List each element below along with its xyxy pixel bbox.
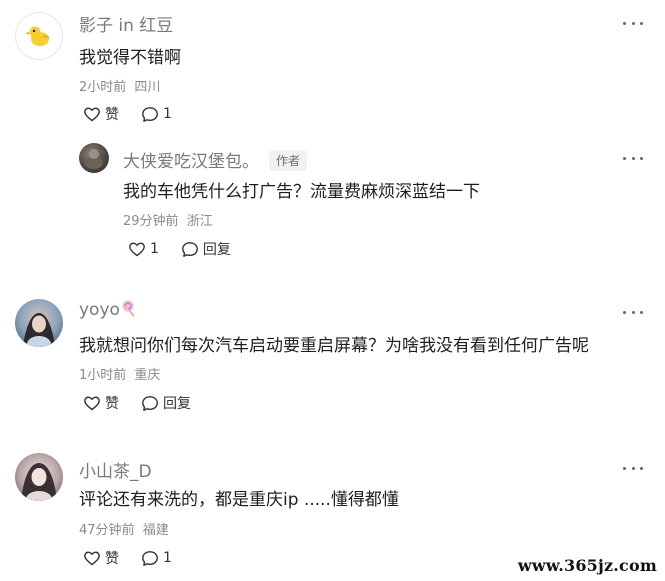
comment-location: 四川 bbox=[134, 80, 161, 95]
reply-label: 回复 bbox=[202, 242, 231, 258]
watermark: www.365jz.com bbox=[517, 556, 657, 575]
comment-meta: 29分钟前 浙江 bbox=[123, 210, 213, 229]
comment-actions: 赞 1 bbox=[83, 104, 194, 124]
like-button[interactable]: 赞 bbox=[83, 548, 119, 568]
comment-location: 浙江 bbox=[186, 214, 213, 229]
comment-time: 29分钟前 bbox=[123, 214, 179, 229]
comment-text: 我的车他凭什么打广告？流量费麻烦深蓝结一下 bbox=[123, 182, 480, 202]
photo-avatar-icon bbox=[23, 313, 55, 347]
reply-count: 1 bbox=[163, 550, 172, 566]
comment-text: 我觉得不错啊 bbox=[79, 48, 181, 68]
photo-avatar-icon bbox=[21, 463, 57, 501]
author-name[interactable]: 大侠爱吃汉堡包。 作者 bbox=[123, 147, 308, 173]
more-options-icon[interactable] bbox=[623, 152, 643, 164]
more-options-icon[interactable] bbox=[623, 306, 643, 318]
like-label: 赞 bbox=[105, 551, 119, 567]
comment-meta: 2小时前 四川 bbox=[79, 76, 160, 95]
comment-bubble-icon bbox=[142, 106, 158, 122]
like-button[interactable]: 1 bbox=[128, 241, 159, 257]
heart-icon bbox=[84, 551, 100, 566]
comment-time: 2小时前 bbox=[79, 80, 127, 95]
comment-text: 评论还有来洗的，都是重庆ip .....懂得都懂 bbox=[79, 490, 399, 510]
comment-actions: 赞 1 bbox=[83, 548, 194, 568]
reply-button[interactable]: 回复 bbox=[141, 393, 191, 413]
reply-button[interactable]: 1 bbox=[141, 550, 172, 567]
comment-actions: 1 回复 bbox=[128, 239, 253, 259]
comment-bubble-icon bbox=[142, 550, 158, 566]
avatar[interactable] bbox=[79, 143, 109, 173]
comment-location: 福建 bbox=[142, 523, 169, 538]
like-button[interactable]: 赞 bbox=[83, 393, 119, 413]
reply-label: 回复 bbox=[163, 396, 191, 412]
more-options-icon[interactable] bbox=[623, 462, 643, 474]
like-label: 赞 bbox=[105, 396, 119, 412]
heart-icon bbox=[84, 396, 100, 411]
avatar[interactable] bbox=[15, 453, 63, 501]
comment-meta: 1小时前 重庆 bbox=[79, 364, 160, 383]
heart-icon bbox=[84, 107, 100, 122]
reply-count: 1 bbox=[163, 106, 172, 122]
reply-button[interactable]: 回复 bbox=[181, 239, 231, 259]
comment-actions: 赞 回复 bbox=[83, 393, 213, 413]
comment-bubble-icon bbox=[142, 395, 158, 411]
lollipop-emoji-icon bbox=[122, 300, 135, 317]
like-count: 1 bbox=[150, 241, 159, 257]
like-label: 赞 bbox=[105, 107, 119, 123]
comment-meta: 47分钟前 福建 bbox=[79, 519, 169, 538]
avatar[interactable] bbox=[15, 299, 63, 347]
more-options-icon[interactable] bbox=[623, 17, 643, 29]
comment-time: 1小时前 bbox=[79, 368, 127, 383]
author-name[interactable]: 影子 in 红豆 bbox=[79, 11, 173, 36]
heart-icon bbox=[129, 242, 145, 257]
like-button[interactable]: 赞 bbox=[83, 104, 119, 124]
author-name[interactable]: 小山茶_D bbox=[79, 457, 152, 482]
comment-text: 我就想问你们每次汽车启动要重启屏幕？为啥我没有看到任何广告呢 bbox=[79, 336, 589, 356]
duck-icon bbox=[25, 26, 50, 46]
comment-bubble-icon bbox=[182, 241, 198, 257]
author-name[interactable]: yoyo bbox=[79, 300, 138, 320]
comment-time: 47分钟前 bbox=[79, 523, 135, 538]
reply-button[interactable]: 1 bbox=[141, 106, 172, 123]
photo-avatar-icon bbox=[85, 149, 103, 169]
comment-location: 重庆 bbox=[134, 368, 161, 383]
author-tag: 作者 bbox=[269, 149, 308, 171]
avatar[interactable] bbox=[15, 12, 63, 60]
